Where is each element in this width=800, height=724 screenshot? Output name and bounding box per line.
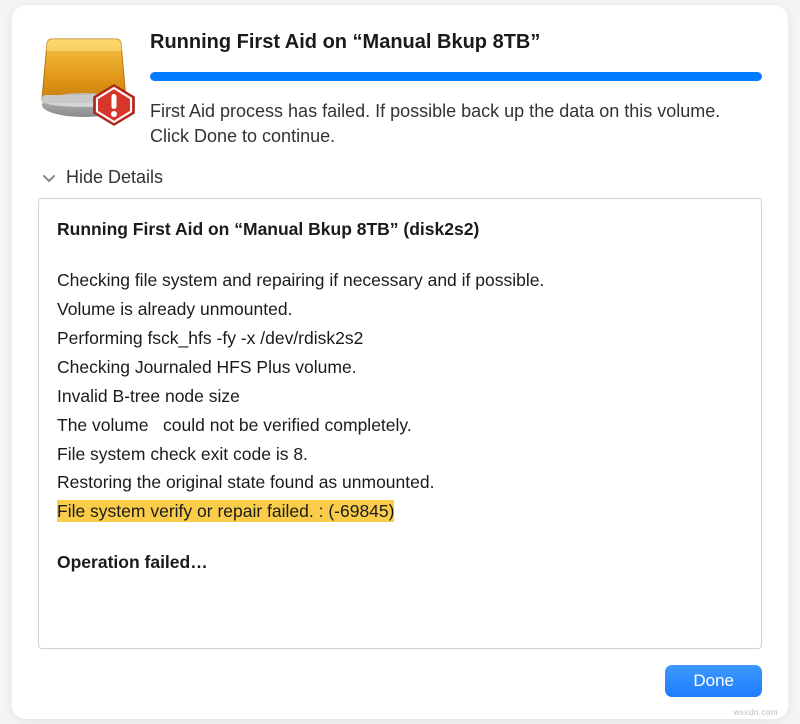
header-content: Running First Aid on “Manual Bkup 8TB” F…	[150, 29, 762, 149]
progress-fill	[150, 72, 762, 81]
dialog-footer: Done	[38, 665, 762, 697]
log-line-highlighted: File system verify or repair failed. : (…	[57, 497, 743, 526]
done-button[interactable]: Done	[665, 665, 762, 697]
drive-icon	[38, 29, 130, 121]
log-line: Restoring the original state found as un…	[57, 468, 743, 497]
details-title: Running First Aid on “Manual Bkup 8TB” (…	[57, 215, 743, 244]
details-log[interactable]: Running First Aid on “Manual Bkup 8TB” (…	[38, 198, 762, 649]
progress-bar	[150, 72, 762, 81]
chevron-down-icon	[42, 171, 56, 185]
log-line: Performing fsck_hfs -fy -x /dev/rdisk2s2	[57, 324, 743, 353]
dialog-title: Running First Aid on “Manual Bkup 8TB”	[150, 31, 762, 54]
dialog-message: First Aid process has failed. If possibl…	[150, 99, 762, 149]
first-aid-dialog: Running First Aid on “Manual Bkup 8TB” F…	[12, 5, 788, 719]
alert-icon	[92, 83, 136, 127]
log-line: Volume is already unmounted.	[57, 295, 743, 324]
log-line: The volume could not be verified complet…	[57, 411, 743, 440]
watermark: wsxdn.com	[733, 708, 778, 717]
log-line: Checking Journaled HFS Plus volume.	[57, 353, 743, 382]
details-toggle[interactable]: Hide Details	[38, 167, 762, 188]
log-line: Checking file system and repairing if ne…	[57, 266, 743, 295]
operation-status: Operation failed…	[57, 548, 743, 577]
log-line: File system check exit code is 8.	[57, 440, 743, 469]
dialog-header: Running First Aid on “Manual Bkup 8TB” F…	[38, 29, 762, 149]
log-line: Invalid B-tree node size	[57, 382, 743, 411]
details-toggle-label: Hide Details	[66, 167, 163, 188]
